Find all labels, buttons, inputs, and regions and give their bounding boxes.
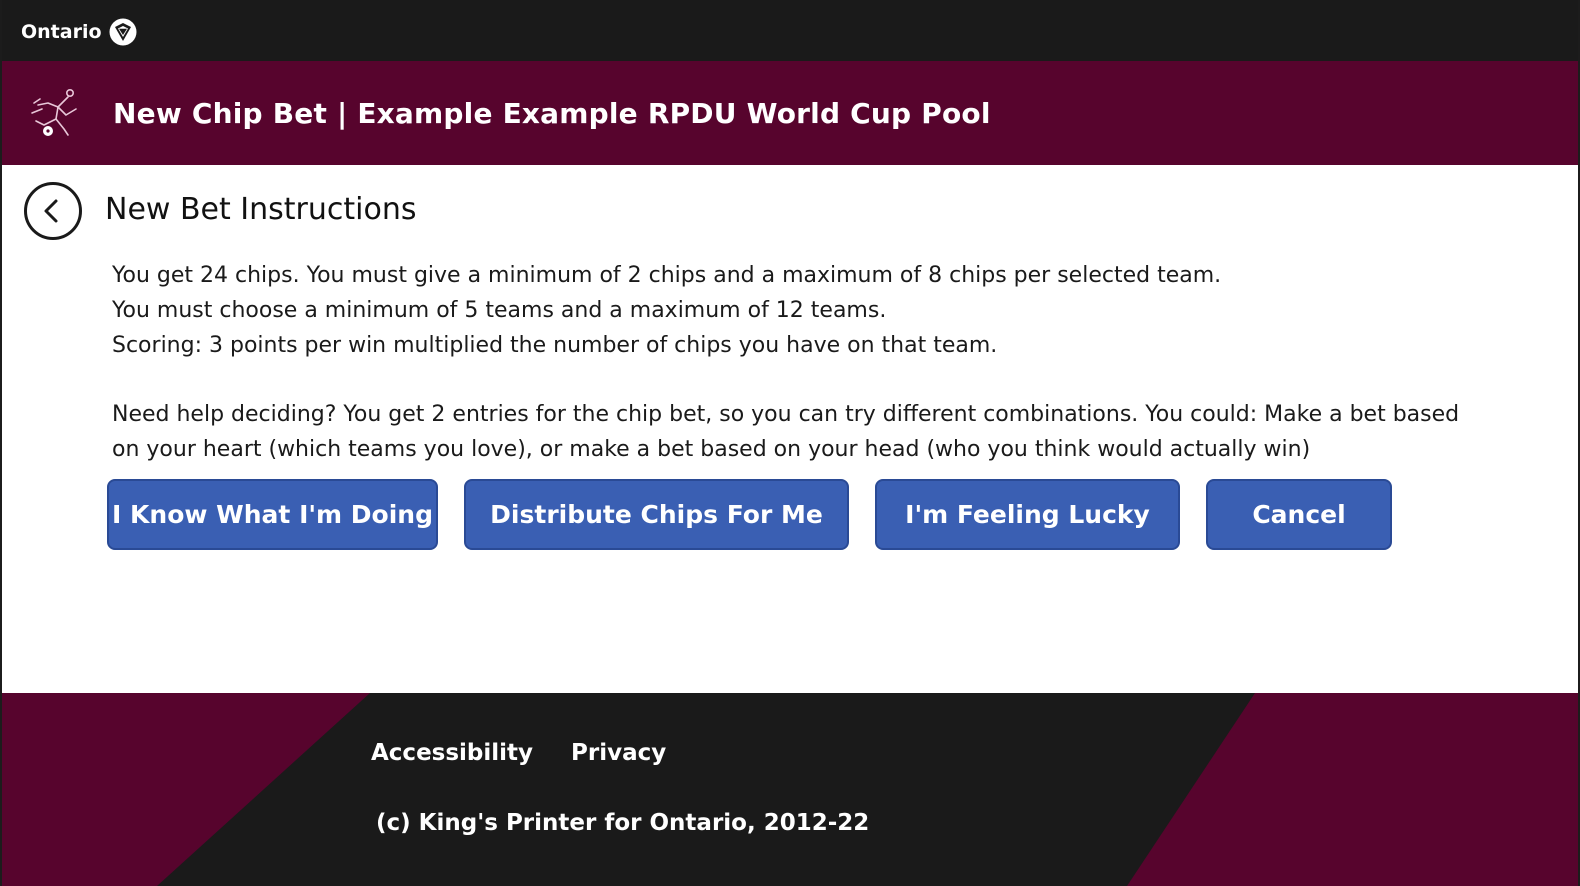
page-title: New Chip Bet | Example Example RPDU Worl… (113, 97, 991, 130)
instruction-line: You must choose a minimum of 5 teams and… (112, 298, 887, 323)
app-window: Ontario New Chip Bet | Example Example R… (0, 0, 1580, 886)
back-arrow-icon (44, 199, 58, 223)
ontario-topbar: Ontario (2, 0, 1578, 61)
distribute-chips-button[interactable]: Distribute Chips For Me (464, 479, 849, 550)
footer-link-privacy[interactable]: Privacy (571, 740, 666, 766)
instruction-line: You get 24 chips. You must give a minimu… (112, 263, 1222, 288)
footer-background (2, 693, 1578, 886)
help-text: Need help deciding? You get 2 entries fo… (112, 402, 1460, 462)
back-button[interactable] (24, 182, 82, 240)
site-footer: Accessibility Privacy (c) King's Printer… (2, 693, 1578, 886)
section-title: New Bet Instructions (105, 192, 417, 227)
ontario-trillium-icon (108, 17, 138, 47)
soccer-player-icon (28, 87, 82, 141)
instructions-block: You get 24 chips. You must give a minimu… (112, 258, 1512, 467)
ontario-logo[interactable]: Ontario (21, 16, 138, 48)
app-header: New Chip Bet | Example Example RPDU Worl… (2, 61, 1578, 165)
instruction-line: Scoring: 3 points per win multiplied the… (112, 333, 998, 358)
feeling-lucky-button[interactable]: I'm Feeling Lucky (875, 479, 1180, 550)
know-what-im-doing-button[interactable]: I Know What I'm Doing (107, 479, 438, 550)
cancel-button[interactable]: Cancel (1206, 479, 1392, 550)
ontario-brand-text: Ontario (21, 21, 102, 43)
footer-link-accessibility[interactable]: Accessibility (371, 740, 533, 766)
footer-copyright: (c) King's Printer for Ontario, 2012-22 (376, 810, 870, 836)
